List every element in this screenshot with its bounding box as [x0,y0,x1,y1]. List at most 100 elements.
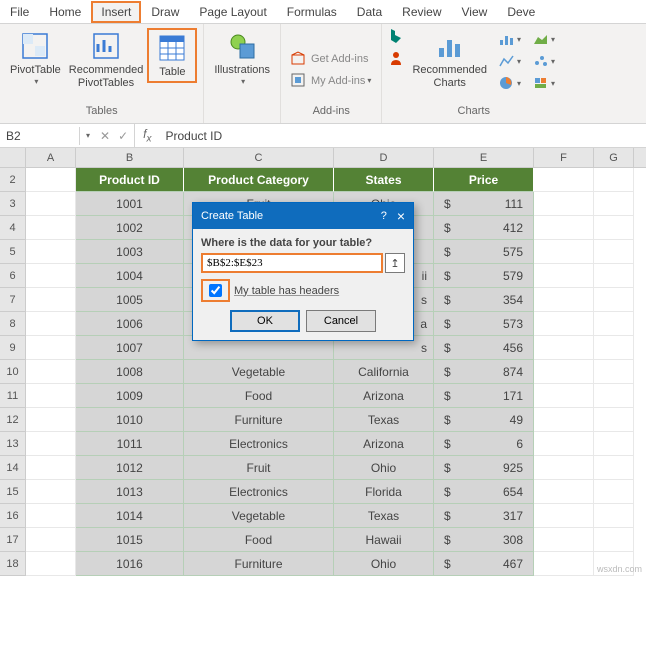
tab-draw[interactable]: Draw [141,1,189,23]
cell-state[interactable]: Florida [334,480,434,504]
cell[interactable] [594,240,634,264]
cell-price[interactable]: $308 [434,528,534,552]
cell[interactable] [534,360,594,384]
tab-home[interactable]: Home [39,1,91,23]
cell[interactable] [534,528,594,552]
collapse-dialog-icon[interactable]: ↥ [385,253,405,273]
cell-category[interactable]: Vegetable [184,504,334,528]
row-header[interactable]: 2 [0,168,26,192]
cell[interactable] [534,552,594,576]
cell[interactable] [594,216,634,240]
row-header[interactable]: 14 [0,456,26,480]
cell[interactable] [26,504,76,528]
cell[interactable] [534,408,594,432]
cell[interactable] [26,288,76,312]
cell-price[interactable]: $49 [434,408,534,432]
cell-price[interactable]: $317 [434,504,534,528]
cell[interactable] [534,312,594,336]
cell-price[interactable]: $412 [434,216,534,240]
cell[interactable] [594,360,634,384]
cell-product-id[interactable]: 1016 [76,552,184,576]
people-graph-icon[interactable] [388,50,404,72]
tab-view[interactable]: View [452,1,498,23]
cell[interactable] [26,408,76,432]
header-product-category[interactable]: Product Category [184,168,334,192]
cell[interactable] [26,240,76,264]
cell[interactable] [534,288,594,312]
cell[interactable] [534,480,594,504]
cell-price[interactable]: $456 [434,336,534,360]
cell-product-id[interactable]: 1008 [76,360,184,384]
formula-input[interactable]: Product ID [159,127,646,145]
cell-price[interactable]: $6 [434,432,534,456]
fx-icon[interactable]: fx [135,127,159,144]
cell-price[interactable]: $467 [434,552,534,576]
name-box[interactable]: B2 [0,127,80,145]
cell-state[interactable]: Arizona [334,432,434,456]
cell-product-id[interactable]: 1004 [76,264,184,288]
get-addins-button[interactable]: Get Add-ins [287,48,372,70]
tab-data[interactable]: Data [347,1,392,23]
cell-category[interactable]: Furniture [184,552,334,576]
cell-price[interactable]: $354 [434,288,534,312]
chart-type-3[interactable]: ▾ [495,72,525,94]
cell-product-id[interactable]: 1007 [76,336,184,360]
header-states[interactable]: States [334,168,434,192]
cell-state[interactable]: Hawaii [334,528,434,552]
my-addins-button[interactable]: My Add-ins ▾ [287,70,375,92]
cell-state[interactable]: California [334,360,434,384]
illustrations-button[interactable]: Illustrations ▾ [210,28,274,89]
chart-type-4[interactable]: ▾ [529,28,559,50]
cell-product-id[interactable]: 1006 [76,312,184,336]
tab-formulas[interactable]: Formulas [277,1,347,23]
cell-product-id[interactable]: 1014 [76,504,184,528]
dialog-titlebar[interactable]: Create Table ? × [193,203,413,229]
header-price[interactable]: Price [434,168,534,192]
row-header[interactable]: 9 [0,336,26,360]
cell[interactable] [534,384,594,408]
cell[interactable] [26,192,76,216]
row-header[interactable]: 12 [0,408,26,432]
cell-product-id[interactable]: 1001 [76,192,184,216]
cell-product-id[interactable]: 1003 [76,240,184,264]
col-header-d[interactable]: D [334,148,434,167]
help-icon[interactable]: ? [381,210,387,222]
cell-product-id[interactable]: 1002 [76,216,184,240]
cell[interactable] [594,432,634,456]
cell[interactable] [26,216,76,240]
tab-file[interactable]: File [0,1,39,23]
cell[interactable] [594,192,634,216]
col-header-g[interactable]: G [594,148,634,167]
cell[interactable] [594,504,634,528]
cell-price[interactable]: $171 [434,384,534,408]
headers-checkbox[interactable] [209,284,222,297]
cell[interactable] [26,528,76,552]
tab-review[interactable]: Review [392,1,451,23]
table-button[interactable]: Table [147,28,197,83]
cell-category[interactable]: Fruit [184,456,334,480]
cell-category[interactable]: Vegetable [184,360,334,384]
cell-category[interactable]: Electronics [184,432,334,456]
cell[interactable] [594,456,634,480]
chart-type-1[interactable]: ▾ [495,28,525,50]
cell[interactable] [26,312,76,336]
cell[interactable] [26,480,76,504]
col-header-c[interactable]: C [184,148,334,167]
cell-price[interactable]: $925 [434,456,534,480]
cell-product-id[interactable]: 1011 [76,432,184,456]
tab-insert[interactable]: Insert [91,1,141,23]
cell-category[interactable]: Furniture [184,408,334,432]
cell[interactable] [594,288,634,312]
cell[interactable] [26,552,76,576]
cell[interactable] [594,312,634,336]
row-header[interactable]: 10 [0,360,26,384]
row-header[interactable]: 18 [0,552,26,576]
row-header[interactable]: 13 [0,432,26,456]
cell-product-id[interactable]: 1010 [76,408,184,432]
row-header[interactable]: 5 [0,240,26,264]
col-header-f[interactable]: F [534,148,594,167]
pivottable-button[interactable]: PivotTable ▾ [6,28,65,89]
cell-price[interactable]: $654 [434,480,534,504]
cell-category[interactable]: Electronics [184,480,334,504]
row-header[interactable]: 7 [0,288,26,312]
